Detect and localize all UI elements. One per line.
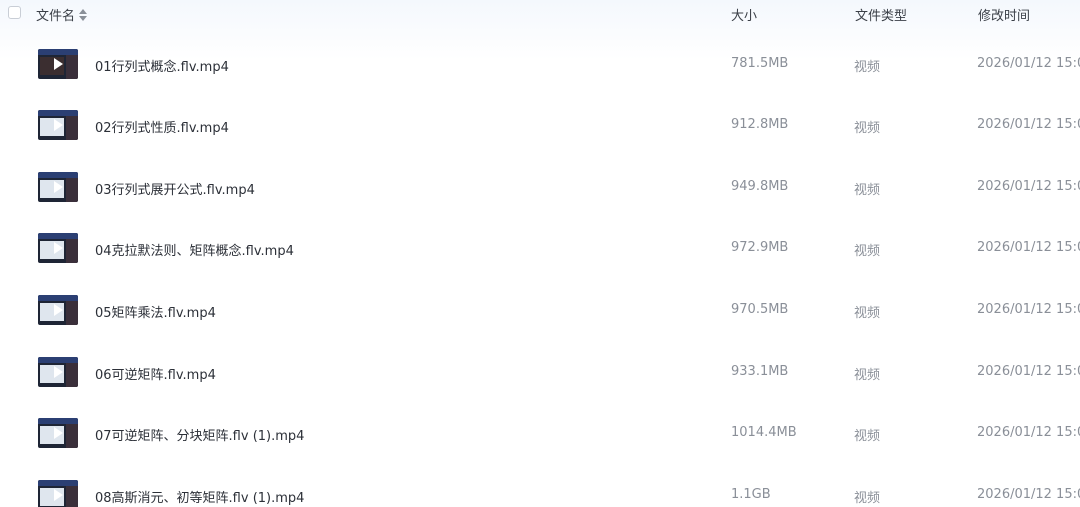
file-name[interactable]: 02行列式性质.flv.mp4 (95, 117, 229, 136)
file-modified-time: 2026/01/12 15:06 (977, 56, 1080, 71)
size-column-header[interactable]: 大小 (731, 5, 757, 24)
file-type: 视频 (854, 183, 881, 198)
file-name[interactable]: 04克拉默法则、矩阵概念.flv.mp4 (95, 240, 294, 259)
file-row[interactable]: 05矩阵乘法.flv.mp4 970.5MB 视频 2026/01/12 15:… (0, 280, 1080, 341)
file-row[interactable]: 03行列式展开公式.flv.mp4 949.8MB 视频 2026/01/12 … (0, 157, 1080, 218)
file-modified-time: 2026/01/12 15:06 (977, 425, 1080, 440)
file-type: 视频 (854, 429, 881, 444)
file-row[interactable]: 07可逆矩阵、分块矩阵.flv (1).mp4 1014.4MB 视频 2026… (0, 403, 1080, 464)
type-column-header[interactable]: 文件类型 (855, 5, 907, 24)
file-type: 视频 (854, 244, 881, 259)
select-all-checkbox[interactable] (8, 6, 21, 19)
file-row[interactable]: 06可逆矩阵.flv.mp4 933.1MB 视频 2026/01/12 15:… (0, 342, 1080, 403)
file-name[interactable]: 01行列式概念.flv.mp4 (95, 56, 229, 75)
file-name[interactable]: 06可逆矩阵.flv.mp4 (95, 364, 216, 383)
video-thumbnail-icon (38, 49, 78, 79)
file-modified-time: 2026/01/12 15:06 (977, 364, 1080, 379)
file-size: 970.5MB (731, 302, 789, 317)
file-type: 视频 (854, 368, 881, 383)
file-size: 781.5MB (731, 56, 789, 71)
file-row[interactable]: 02行列式性质.flv.mp4 912.8MB 视频 2026/01/12 15… (0, 95, 1080, 156)
file-modified-time: 2026/01/12 15:06 (977, 117, 1080, 132)
file-type: 视频 (854, 491, 881, 506)
file-size: 1.1GB (731, 487, 771, 502)
file-row[interactable]: 01行列式概念.flv.mp4 781.5MB 视频 2026/01/12 15… (0, 34, 1080, 95)
time-column-header[interactable]: 修改时间 (978, 5, 1030, 24)
file-size: 949.8MB (731, 179, 789, 194)
file-modified-time: 2026/01/12 15:06 (977, 179, 1080, 194)
video-thumbnail-icon (38, 110, 78, 140)
video-thumbnail-icon (38, 295, 78, 325)
file-type: 视频 (854, 60, 881, 75)
file-modified-time: 2026/01/12 15:06 (977, 240, 1080, 255)
video-thumbnail-icon (38, 233, 78, 263)
file-size: 912.8MB (731, 117, 789, 132)
video-thumbnail-icon (38, 480, 78, 507)
file-name[interactable]: 05矩阵乘法.flv.mp4 (95, 302, 216, 321)
file-type: 视频 (854, 306, 881, 321)
file-modified-time: 2026/01/12 15:06 (977, 487, 1080, 502)
video-thumbnail-icon (38, 357, 78, 387)
video-thumbnail-icon (38, 172, 78, 202)
file-name[interactable]: 07可逆矩阵、分块矩阵.flv (1).mp4 (95, 425, 304, 444)
file-name[interactable]: 08高斯消元、初等矩阵.flv (1).mp4 (95, 487, 304, 506)
file-name[interactable]: 03行列式展开公式.flv.mp4 (95, 179, 255, 198)
file-size: 1014.4MB (731, 425, 797, 440)
file-modified-time: 2026/01/12 15:06 (977, 302, 1080, 317)
file-row[interactable]: 08高斯消元、初等矩阵.flv (1).mp4 1.1GB 视频 2026/01… (0, 465, 1080, 507)
sort-icon[interactable] (79, 8, 88, 21)
name-column-header[interactable]: 文件名 (36, 5, 88, 24)
file-row[interactable]: 04克拉默法则、矩阵概念.flv.mp4 972.9MB 视频 2026/01/… (0, 218, 1080, 279)
name-column-label: 文件名 (36, 9, 76, 24)
video-thumbnail-icon (38, 418, 78, 448)
file-size: 972.9MB (731, 240, 789, 255)
file-list-page: 文件名 大小 文件类型 修改时间 01行列式概念.flv.mp4 781.5MB… (0, 0, 1080, 507)
file-type: 视频 (854, 121, 881, 136)
file-size: 933.1MB (731, 364, 789, 379)
list-header: 文件名 大小 文件类型 修改时间 (0, 0, 1080, 30)
